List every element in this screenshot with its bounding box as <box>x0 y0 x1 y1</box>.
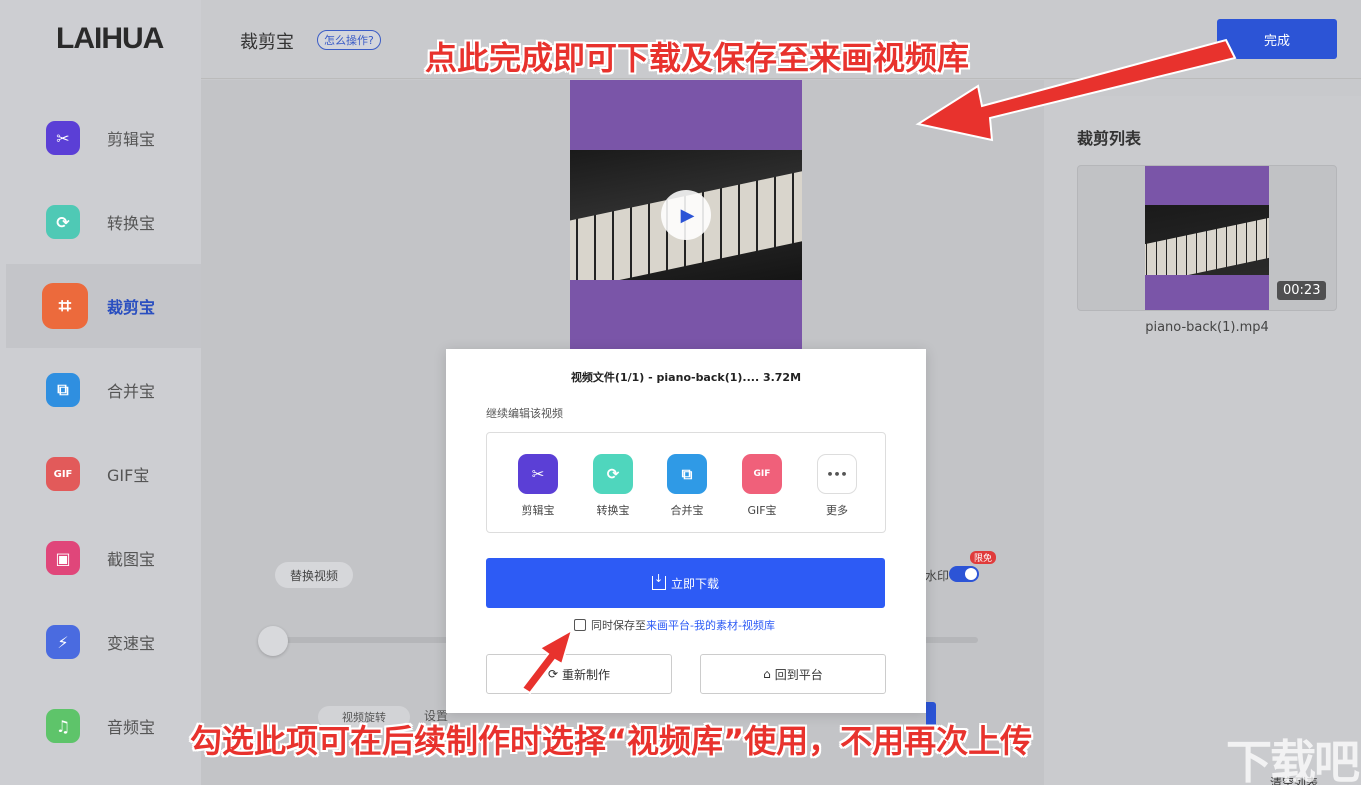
convert-icon: ⟳ <box>46 205 80 239</box>
site-watermark: 下载吧 <box>1226 735 1360 785</box>
back-label: 回到平台 <box>774 667 823 682</box>
crop-icon: ⌗ <box>42 283 88 329</box>
tool-convert[interactable]: ⟳ 转换宝 <box>583 454 643 518</box>
sidebar-item-label: 合并宝 <box>107 382 156 401</box>
crop-list-title: 裁剪列表 <box>1077 129 1142 148</box>
scissors-icon: ✂ <box>518 454 558 494</box>
annotation-bottom: 勾选此项可在后续制作时选择“视频库”使用，不用再次上传 <box>190 722 1033 760</box>
sidebar-item-2[interactable]: ⟳ 转换宝 <box>0 180 201 264</box>
app-logo: LAIHUA <box>56 22 164 55</box>
watermark-toggle[interactable] <box>949 566 979 582</box>
gif-icon: GIF <box>742 454 782 494</box>
tool-scissors[interactable]: ✂ 剪辑宝 <box>508 454 568 518</box>
tool-label: 剪辑宝 <box>521 504 555 517</box>
done-button[interactable]: 完成 <box>1217 19 1337 59</box>
sidebar-item-label: 变速宝 <box>107 634 156 653</box>
speed-icon: ⚡ <box>46 625 80 659</box>
sidebar-item-3[interactable]: ⌗ 裁剪宝 <box>6 264 207 348</box>
sidebar-item-label: 转换宝 <box>107 214 156 233</box>
home-icon: ⌂ <box>763 667 771 681</box>
tools-box: ✂ 剪辑宝 ⟳ 转换宝 ⧉ 合并宝 GIF GIF宝 ••• 更多 <box>486 432 886 533</box>
continue-edit-label: 继续编辑该视频 <box>486 407 563 420</box>
sidebar-item-label: 剪辑宝 <box>107 130 156 149</box>
replace-video-button[interactable]: 替换视频 <box>275 562 353 588</box>
tool-label: GIF宝 <box>747 504 777 517</box>
convert-icon: ⟳ <box>593 454 633 494</box>
export-dialog: 视频文件(1/1) - piano-back(1).... 3.72M 继续编辑… <box>446 349 926 713</box>
sidebar-item-label: GIF宝 <box>107 466 150 485</box>
sidebar-item-7[interactable]: ⚡ 变速宝 <box>0 600 201 684</box>
download-button[interactable]: 立即下载 <box>486 558 885 608</box>
download-icon <box>651 572 666 590</box>
remake-button[interactable]: ⟳ 重新制作 <box>486 654 672 694</box>
sidebar-item-1[interactable]: ✂ 剪辑宝 <box>0 96 201 180</box>
sidebar-item-8[interactable]: ♫ 音频宝 <box>0 684 201 768</box>
save-library-link[interactable]: 来画平台-我的素材-视频库 <box>646 617 775 633</box>
save-checkbox[interactable] <box>574 619 586 631</box>
tool-label: 合并宝 <box>670 504 704 517</box>
save-prefix: 同时保存至 <box>591 619 646 632</box>
sidebar-item-label: 裁剪宝 <box>107 298 156 317</box>
sidebar-item-label: 截图宝 <box>107 550 156 569</box>
sidebar-item-6[interactable]: ▣ 截图宝 <box>0 516 201 600</box>
save-to-library-row[interactable]: 同时保存至 来画平台-我的素材-视频库 <box>574 617 775 633</box>
more-icon: ••• <box>817 454 857 494</box>
help-link[interactable]: 怎么操作? <box>317 30 381 50</box>
back-to-platform-button[interactable]: ⌂ 回到平台 <box>700 654 886 694</box>
duration-badge: 00:23 <box>1277 281 1327 300</box>
file-info: 视频文件(1/1) - piano-back(1).... 3.72M <box>570 371 802 384</box>
thumbnail-filename: piano-back(1).mp4 <box>1145 320 1269 335</box>
tool-gif[interactable]: GIF GIF宝 <box>732 454 792 518</box>
merge-icon: ⧉ <box>46 373 80 407</box>
page-title: 裁剪宝 <box>240 32 294 53</box>
audio-icon: ♫ <box>46 709 80 743</box>
tool-more[interactable]: ••• 更多 <box>807 454 867 518</box>
gif-icon: GIF <box>46 457 80 491</box>
download-label: 立即下载 <box>670 576 719 591</box>
tool-label: 转换宝 <box>596 504 630 517</box>
sidebar-item-4[interactable]: ⧉ 合并宝 <box>0 348 201 432</box>
merge-icon: ⧉ <box>667 454 707 494</box>
play-icon[interactable]: ▶ <box>661 190 711 240</box>
screenshot-icon: ▣ <box>46 541 80 575</box>
tool-merge[interactable]: ⧉ 合并宝 <box>657 454 717 518</box>
sidebar-item-5[interactable]: GIF GIF宝 <box>0 432 201 516</box>
sidebar-item-label: 音频宝 <box>107 718 156 737</box>
watermark-label: 水印 <box>925 569 950 583</box>
remake-label: 重新制作 <box>562 667 611 682</box>
limited-badge: 限免 <box>970 551 997 564</box>
tool-label: 更多 <box>826 504 848 517</box>
scissors-icon: ✂ <box>46 121 80 155</box>
annotation-top: 点此完成即可下载及保存至来画视频库 <box>425 39 970 77</box>
refresh-icon: ⟳ <box>547 667 559 681</box>
timeline-handle[interactable] <box>258 626 288 656</box>
